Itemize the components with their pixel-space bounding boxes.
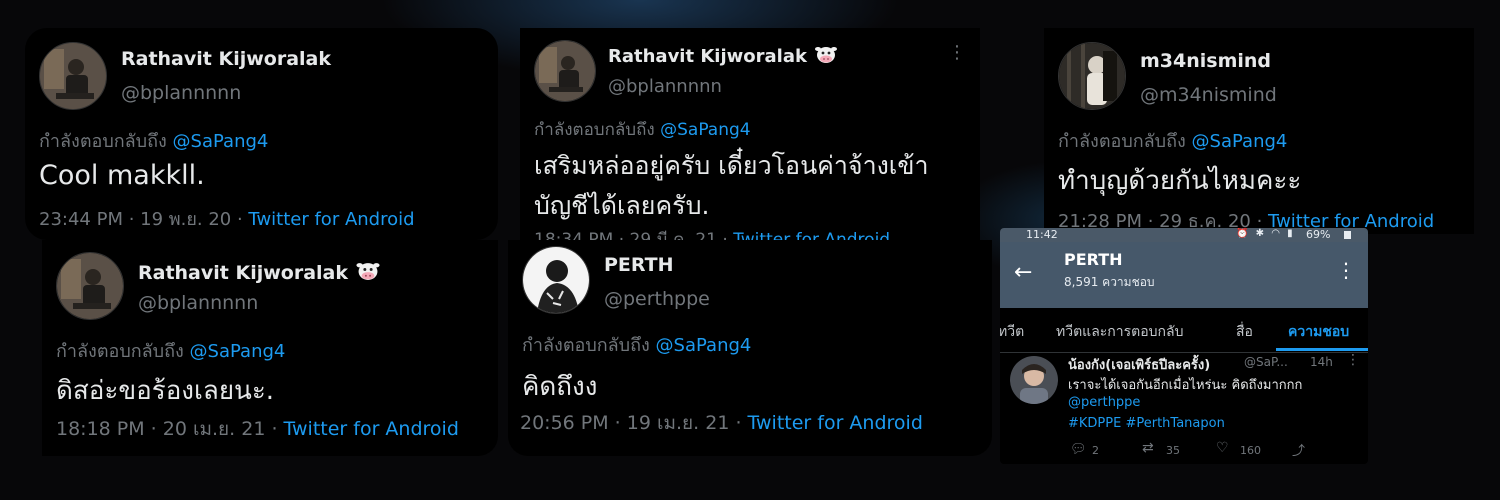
tweet-card[interactable]: m34nismind @m34nismind กำลังตอบกลับถึง @… <box>1044 28 1474 234</box>
display-name[interactable]: PERTH <box>604 254 674 276</box>
profile-app-bar: ← PERTH 8,591 ความชอบ ⋮ <box>1000 242 1368 308</box>
liked-tweet-mention[interactable]: @perthppe <box>1068 395 1140 410</box>
liked-tweet-handle[interactable]: @SaP... <box>1244 355 1288 369</box>
status-bar: 11:42 ⏰ ✱ ◠ ▮ 69% <box>1000 228 1368 242</box>
like-count: 160 <box>1240 444 1261 457</box>
cow-emoji-icon <box>356 260 380 286</box>
tweet-card[interactable]: Rathavit Kijworalak @bplannnnn กำลังตอบก… <box>42 240 498 456</box>
user-handle[interactable]: @bplannnnn <box>138 292 258 314</box>
tweet-card[interactable]: PERTH @perthppe กำลังตอบกลับถึง @SaPang4… <box>508 240 992 456</box>
tweet-source-link[interactable]: Twitter for Android <box>284 418 459 440</box>
tweet-text: คิดถึงง <box>522 372 598 402</box>
tweet-source-link[interactable]: Twitter for Android <box>248 209 414 230</box>
liked-tweet-hashtags[interactable]: #KDPPE #PerthTanapon <box>1068 416 1225 431</box>
profile-tabs: ทวีต ทวีตและการตอบกลับ สื่อ ความชอบ <box>1000 308 1368 353</box>
reply-prefix: กำลังตอบกลับถึง <box>39 131 167 152</box>
tweet-text: ทำบุญด้วยกันไหมคะะ <box>1058 166 1302 196</box>
user-handle[interactable]: @bplannnnn <box>121 82 241 104</box>
tab-likes[interactable]: ความชอบ <box>1288 321 1349 343</box>
reply-mention-link[interactable]: @SaPang4 <box>173 131 269 152</box>
tweet-timestamp[interactable]: 18:18 PM · 20 เม.ย. 21 · <box>56 418 284 440</box>
battery-level: 69% <box>1306 228 1331 241</box>
display-name[interactable]: m34nismind <box>1140 50 1271 72</box>
reply-icon[interactable]: 💬︎ <box>1070 442 1087 457</box>
tweet-timestamp[interactable]: 20:56 PM · 19 เม.ย. 21 · <box>520 412 748 434</box>
reply-prefix: กำลังตอบกลับถึง <box>56 341 184 362</box>
status-icons: ⏰ ✱ ◠ ▮ <box>1236 228 1295 239</box>
more-options-icon[interactable]: ⋮ <box>948 42 966 63</box>
reply-count: 2 <box>1092 444 1099 457</box>
tweet-text-line: บัญชีได้เลยครับ. <box>534 191 710 220</box>
tab-tweets-replies[interactable]: ทวีตและการตอบกลับ <box>1056 321 1184 343</box>
liked-tweet[interactable]: น้องกัง(เจอเพิร์ธปีละครั้ง) @SaP... 14h … <box>1000 352 1368 464</box>
liked-tweet-age: 14h <box>1310 355 1333 369</box>
reply-mention-link[interactable]: @SaPang4 <box>190 341 286 362</box>
retweet-count: 35 <box>1166 444 1180 457</box>
user-handle[interactable]: @perthppe <box>604 288 710 310</box>
phone-likes-screenshot: 11:42 ⏰ ✱ ◠ ▮ 69% ← PERTH 8,591 ความชอบ … <box>1000 228 1368 464</box>
tweet-meta: 18:18 PM · 20 เม.ย. 21 · Twitter for And… <box>56 414 459 444</box>
display-name[interactable]: Rathavit Kijworalak <box>608 44 837 69</box>
reply-prefix: กำลังตอบกลับถึง <box>522 335 650 356</box>
user-handle[interactable]: @bplannnnn <box>608 76 722 97</box>
likes-count: 8,591 ความชอบ <box>1064 275 1155 289</box>
reply-mention-link[interactable]: @SaPang4 <box>660 120 751 140</box>
reply-to-line: กำลังตอบกลับถึง @SaPang4 <box>522 330 751 359</box>
reply-mention-link[interactable]: @SaPang4 <box>1192 131 1288 152</box>
back-arrow-icon[interactable]: ← <box>1014 260 1032 285</box>
tweet-text: Cool makkll. <box>39 160 205 191</box>
reply-to-line: กำลังตอบกลับถึง @SaPang4 <box>1058 126 1287 155</box>
tab-tweets[interactable]: ทวีต <box>1000 321 1024 343</box>
cow-emoji-icon <box>814 44 837 69</box>
tweet-meta: 18:34 PM · 29 มี.ค. 21 · Twitter for And… <box>534 226 890 240</box>
liked-tweet-author[interactable]: น้องกัง(เจอเพิร์ธปีละครั้ง) <box>1068 354 1210 375</box>
tweet-source-link[interactable]: Twitter for Android <box>733 230 890 240</box>
tweet-meta: 20:56 PM · 19 เม.ย. 21 · Twitter for And… <box>520 408 923 438</box>
tweet-options-icon[interactable]: ⋮ <box>1346 352 1360 368</box>
avatar[interactable] <box>522 246 590 314</box>
display-name-text: Rathavit Kijworalak <box>138 262 348 284</box>
active-tab-indicator <box>1276 348 1368 351</box>
share-icon[interactable]: ⤴ <box>1292 440 1305 459</box>
display-name-text: Rathavit Kijworalak <box>608 46 807 67</box>
more-options-icon[interactable]: ⋮ <box>1336 258 1356 282</box>
avatar[interactable] <box>56 252 124 320</box>
reply-prefix: กำลังตอบกลับถึง <box>534 120 655 140</box>
tab-media[interactable]: สื่อ <box>1236 321 1253 343</box>
reply-to-line: กำลังตอบกลับถึง @SaPang4 <box>39 126 268 155</box>
display-name[interactable]: Rathavit Kijworalak <box>121 48 331 70</box>
avatar[interactable] <box>534 40 596 102</box>
status-time: 11:42 <box>1026 228 1058 241</box>
profile-name: PERTH <box>1064 250 1123 269</box>
retweet-icon[interactable]: ⇄ <box>1142 440 1154 456</box>
tweet-card[interactable]: Rathavit Kijworalak @bplannnnn ⋮ กำลังตอ… <box>520 28 980 240</box>
tweet-timestamp[interactable]: 23:44 PM · 19 พ.ย. 20 · <box>39 209 248 230</box>
avatar[interactable] <box>39 42 107 110</box>
reply-mention-link[interactable]: @SaPang4 <box>656 335 752 356</box>
battery-icon <box>1344 231 1351 239</box>
tweet-text: ดิสอ่ะขอร้องเลยนะ. <box>56 376 275 406</box>
reply-to-line: กำลังตอบกลับถึง @SaPang4 <box>56 336 285 365</box>
liked-tweet-text: เราจะได้เจอกันอีกเมื่อไหร่นะ คิดถึงมากกก <box>1068 378 1303 393</box>
tweet-meta: 23:44 PM · 19 พ.ย. 20 · Twitter for Andr… <box>39 204 415 233</box>
tweet-timestamp[interactable]: 18:34 PM · 29 มี.ค. 21 · <box>534 230 733 240</box>
like-icon[interactable]: ♡ <box>1216 440 1229 456</box>
avatar[interactable] <box>1058 42 1126 110</box>
tweet-source-link[interactable]: Twitter for Android <box>748 412 923 434</box>
user-handle[interactable]: @m34nismind <box>1140 84 1277 106</box>
tweet-text-line: เสริมหล่ออยู่ครับ เดี๋ยวโอนค่าจ้างเข้า <box>534 151 929 180</box>
tweet-card[interactable]: Rathavit Kijworalak @bplannnnn กำลังตอบก… <box>25 28 498 240</box>
avatar[interactable] <box>1010 356 1058 404</box>
display-name[interactable]: Rathavit Kijworalak <box>138 260 380 286</box>
reply-to-line: กำลังตอบกลับถึง @SaPang4 <box>534 116 751 143</box>
reply-prefix: กำลังตอบกลับถึง <box>1058 131 1186 152</box>
